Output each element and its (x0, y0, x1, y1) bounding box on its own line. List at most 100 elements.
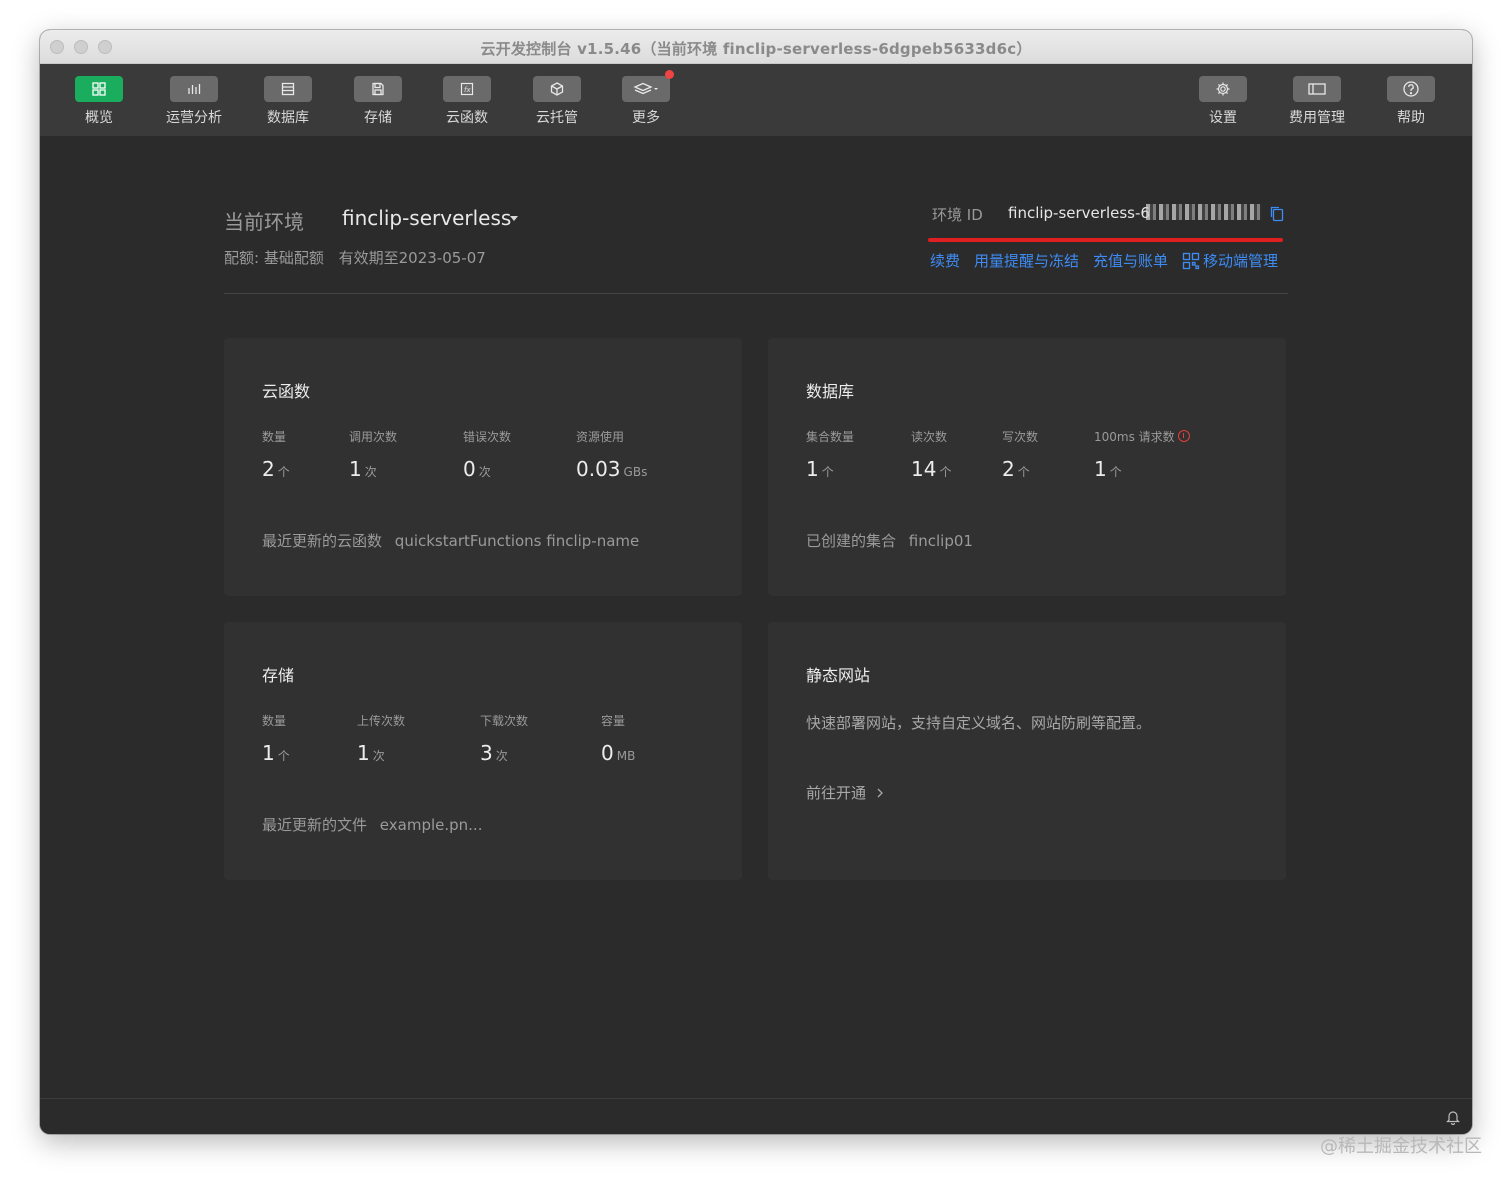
stat-label: 资源使用 (576, 430, 625, 444)
mobile-management-link[interactable]: 移动端管理 (1182, 250, 1278, 271)
cube-icon (533, 76, 581, 102)
toolbar-functions[interactable]: fx 云函数 (422, 76, 512, 127)
env-selector[interactable]: finclip-serverless (342, 206, 511, 230)
title-bar: 云开发控制台 v1.5.46（当前环境 finclip-serverless-6… (40, 30, 1472, 64)
info-icon[interactable] (1177, 430, 1190, 442)
toolbar-cloud-hosting[interactable]: 云托管 (512, 76, 602, 127)
stat-label: 调用次数 (349, 430, 398, 444)
toolbar-billing[interactable]: 费用管理 (1272, 76, 1362, 127)
stat-capacity: 容量 0 MB (601, 712, 635, 765)
help-icon (1387, 76, 1435, 102)
chevron-right-icon (877, 788, 883, 798)
stat-value: 1个 (1094, 457, 1190, 481)
toolbar-more[interactable]: 更多 (601, 70, 691, 127)
stat-unit: 个 (277, 749, 290, 763)
bell-icon[interactable] (1446, 1109, 1460, 1129)
stat-value: 14 个 (911, 457, 951, 481)
stat-value: 1个 (806, 457, 854, 481)
env-quota: 配额: 基础配额 有效期至2023-05-07 (224, 247, 496, 268)
stat-label: 集合数量 (806, 430, 855, 444)
stat-unit: 个 (277, 465, 290, 479)
enable-static-site-link[interactable]: 前往开通 (806, 782, 885, 803)
toolbar-storage[interactable]: 存储 (333, 76, 423, 127)
toolbar-overview[interactable]: 概览 (54, 76, 144, 127)
stat-unit: 个 (939, 465, 952, 479)
copy-icon[interactable] (1270, 206, 1284, 226)
stat-label: 容量 (601, 714, 626, 728)
gear-icon (1199, 76, 1247, 102)
current-env-label: 当前环境 (224, 210, 304, 234)
usage-alert-link[interactable]: 用量提醒与冻结 (974, 250, 1079, 271)
function-icon: fx (443, 76, 491, 102)
stat-invocations: 调用次数 1次 (349, 428, 397, 481)
layers-icon (622, 70, 674, 102)
stat-number: 3 (480, 741, 493, 765)
env-id-redacted (1146, 204, 1262, 220)
card-title: 数据库 (806, 382, 855, 401)
stat-uploads: 上传次数 1次 (357, 712, 405, 765)
stat-label: 数量 (262, 430, 287, 444)
recent-items[interactable]: example.pn... (380, 816, 483, 834)
recent-items[interactable]: quickstartFunctions finclip-name (395, 532, 639, 550)
stat-100ms-requests: 100ms 请求数 1个 (1094, 428, 1190, 481)
functions-card[interactable]: 云函数 数量 2个 调用次数 1次 错误次数 0次 资源使用 0.03 GBs 最… (224, 338, 742, 596)
stat-number: 2 (262, 457, 275, 481)
bar-chart-icon (170, 76, 218, 102)
stat-number: 1 (806, 457, 819, 481)
static-site-card[interactable]: 静态网站 快速部署网站，支持自定义域名、网站防刷等配置。 前往开通 (768, 622, 1286, 880)
stat-number: 0.03 (576, 457, 621, 481)
caret-down-icon[interactable] (510, 216, 518, 221)
stat-unit: 次 (372, 749, 385, 763)
stat-value: 0.03 GBs (576, 457, 647, 481)
stat-number: 0 (601, 741, 614, 765)
watermark: @稀土掘金技术社区 (1320, 1136, 1482, 1157)
stat-label: 写次数 (1002, 430, 1039, 444)
overview-panel: 当前环境 finclip-serverless 配额: 基础配额 有效期至202… (40, 136, 1472, 1098)
stat-number: 1 (1094, 457, 1107, 481)
stat-value: 1个 (262, 741, 290, 765)
stat-unit: 次 (478, 465, 491, 479)
stat-reads: 读次数 14 个 (911, 428, 951, 481)
toolbar-label: 费用管理 (1289, 110, 1345, 126)
database-icon (264, 76, 312, 102)
recent-items[interactable]: finclip01 (909, 532, 973, 550)
mobile-management-label: 移动端管理 (1203, 252, 1279, 270)
env-id-label: 环境 ID (932, 206, 983, 224)
stat-value: 0次 (463, 457, 511, 481)
stat-resource-usage: 资源使用 0.03 GBs (576, 428, 647, 481)
database-card[interactable]: 数据库 集合数量 1个 读次数 14 个 写次数 2个 100ms 请求数 1个 … (768, 338, 1286, 596)
stat-value: 3次 (480, 741, 528, 765)
storage-card[interactable]: 存储 数量 1个 上传次数 1次 下载次数 3次 容量 0 MB 最近更新的文件 … (224, 622, 742, 880)
toolbar-label: 数据库 (267, 110, 309, 126)
save-icon (354, 76, 402, 102)
stat-unit: 次 (495, 749, 508, 763)
card-title: 静态网站 (806, 666, 871, 685)
stat-unit: MB (616, 749, 636, 763)
toolbar-label: 存储 (364, 110, 392, 126)
toolbar-label: 更多 (632, 110, 660, 126)
toolbar-help[interactable]: 帮助 (1366, 76, 1456, 127)
stat-value: 2个 (262, 457, 290, 481)
stat-collection-count: 集合数量 1个 (806, 428, 854, 481)
recharge-link[interactable]: 充值与账单 (1093, 250, 1168, 271)
stat-value: 1次 (357, 741, 405, 765)
stat-unit: 个 (1017, 465, 1030, 479)
renew-link[interactable]: 续费 (930, 250, 960, 271)
toolbar-label: 云托管 (536, 110, 578, 126)
stat-unit: 个 (1109, 465, 1122, 479)
svg-text:fx: fx (464, 86, 471, 94)
static-site-description: 快速部署网站，支持自定义域名、网站防刷等配置。 (806, 714, 1152, 732)
highlight-underline (928, 238, 1283, 242)
toolbar-database[interactable]: 数据库 (243, 76, 333, 127)
stat-number: 1 (357, 741, 370, 765)
toolbar-analytics[interactable]: 运营分析 (149, 76, 239, 127)
grid-icon (75, 76, 123, 102)
stat-writes: 写次数 2个 (1002, 428, 1038, 481)
stat-label-text: 100ms 请求数 (1094, 430, 1175, 444)
stat-label: 下载次数 (480, 714, 529, 728)
stat-number: 14 (911, 457, 937, 481)
stat-number: 0 (463, 457, 476, 481)
header-divider (224, 293, 1288, 294)
stat-errors: 错误次数 0次 (463, 428, 511, 481)
toolbar-settings[interactable]: 设置 (1178, 76, 1268, 127)
